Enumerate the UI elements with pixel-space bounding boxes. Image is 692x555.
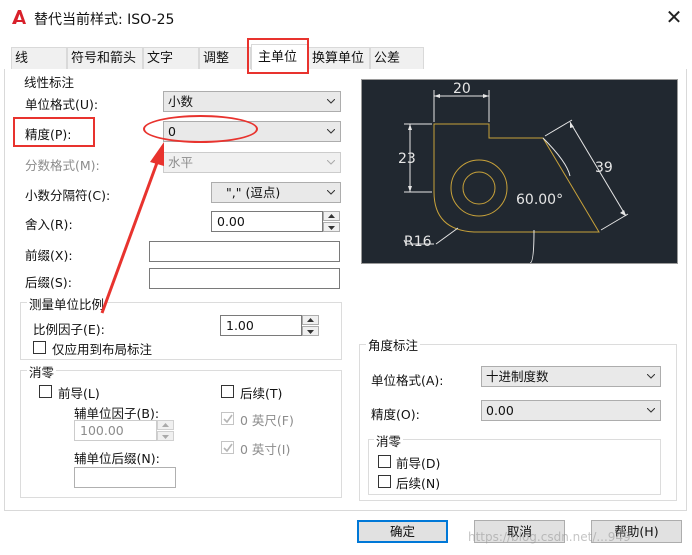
annotation-arrow-icon (100, 142, 164, 314)
